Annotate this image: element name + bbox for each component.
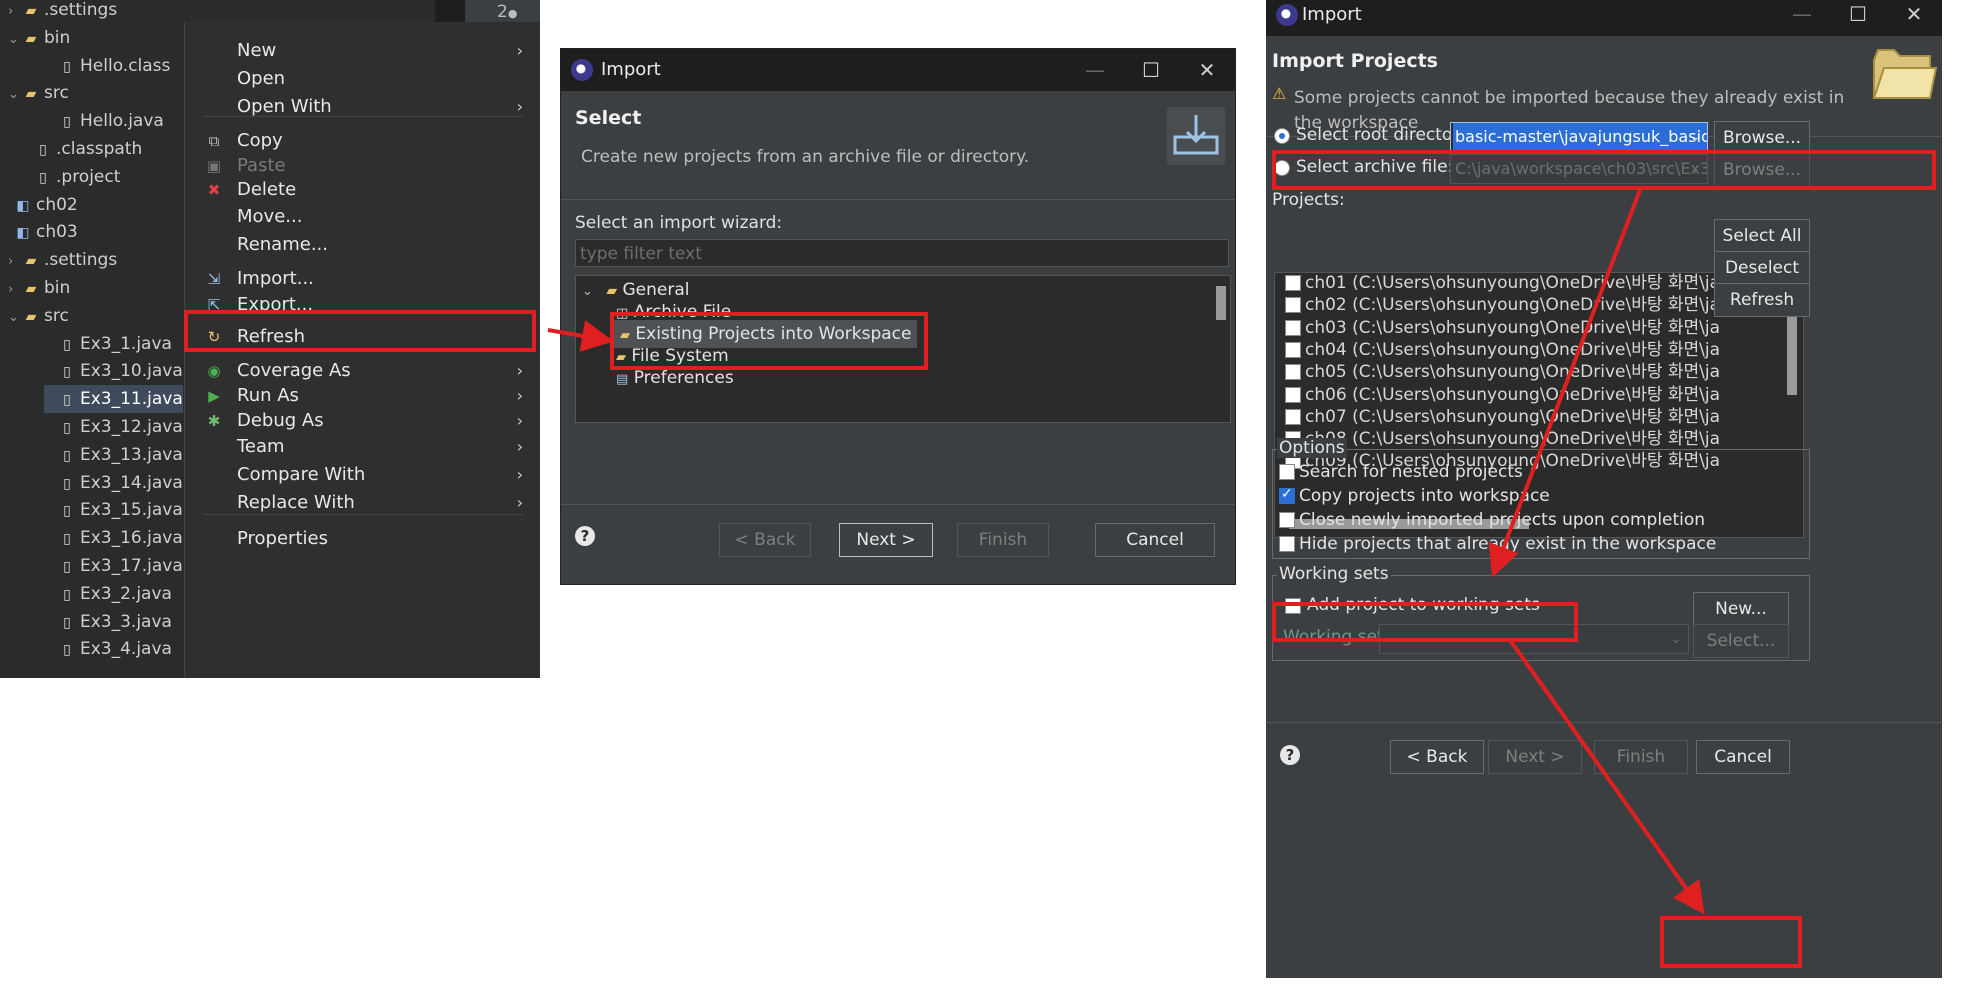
arrow	[547, 320, 614, 352]
arrow	[1508, 638, 1705, 915]
annotation-arrows	[547, 189, 1705, 915]
arrow	[1488, 189, 1642, 578]
